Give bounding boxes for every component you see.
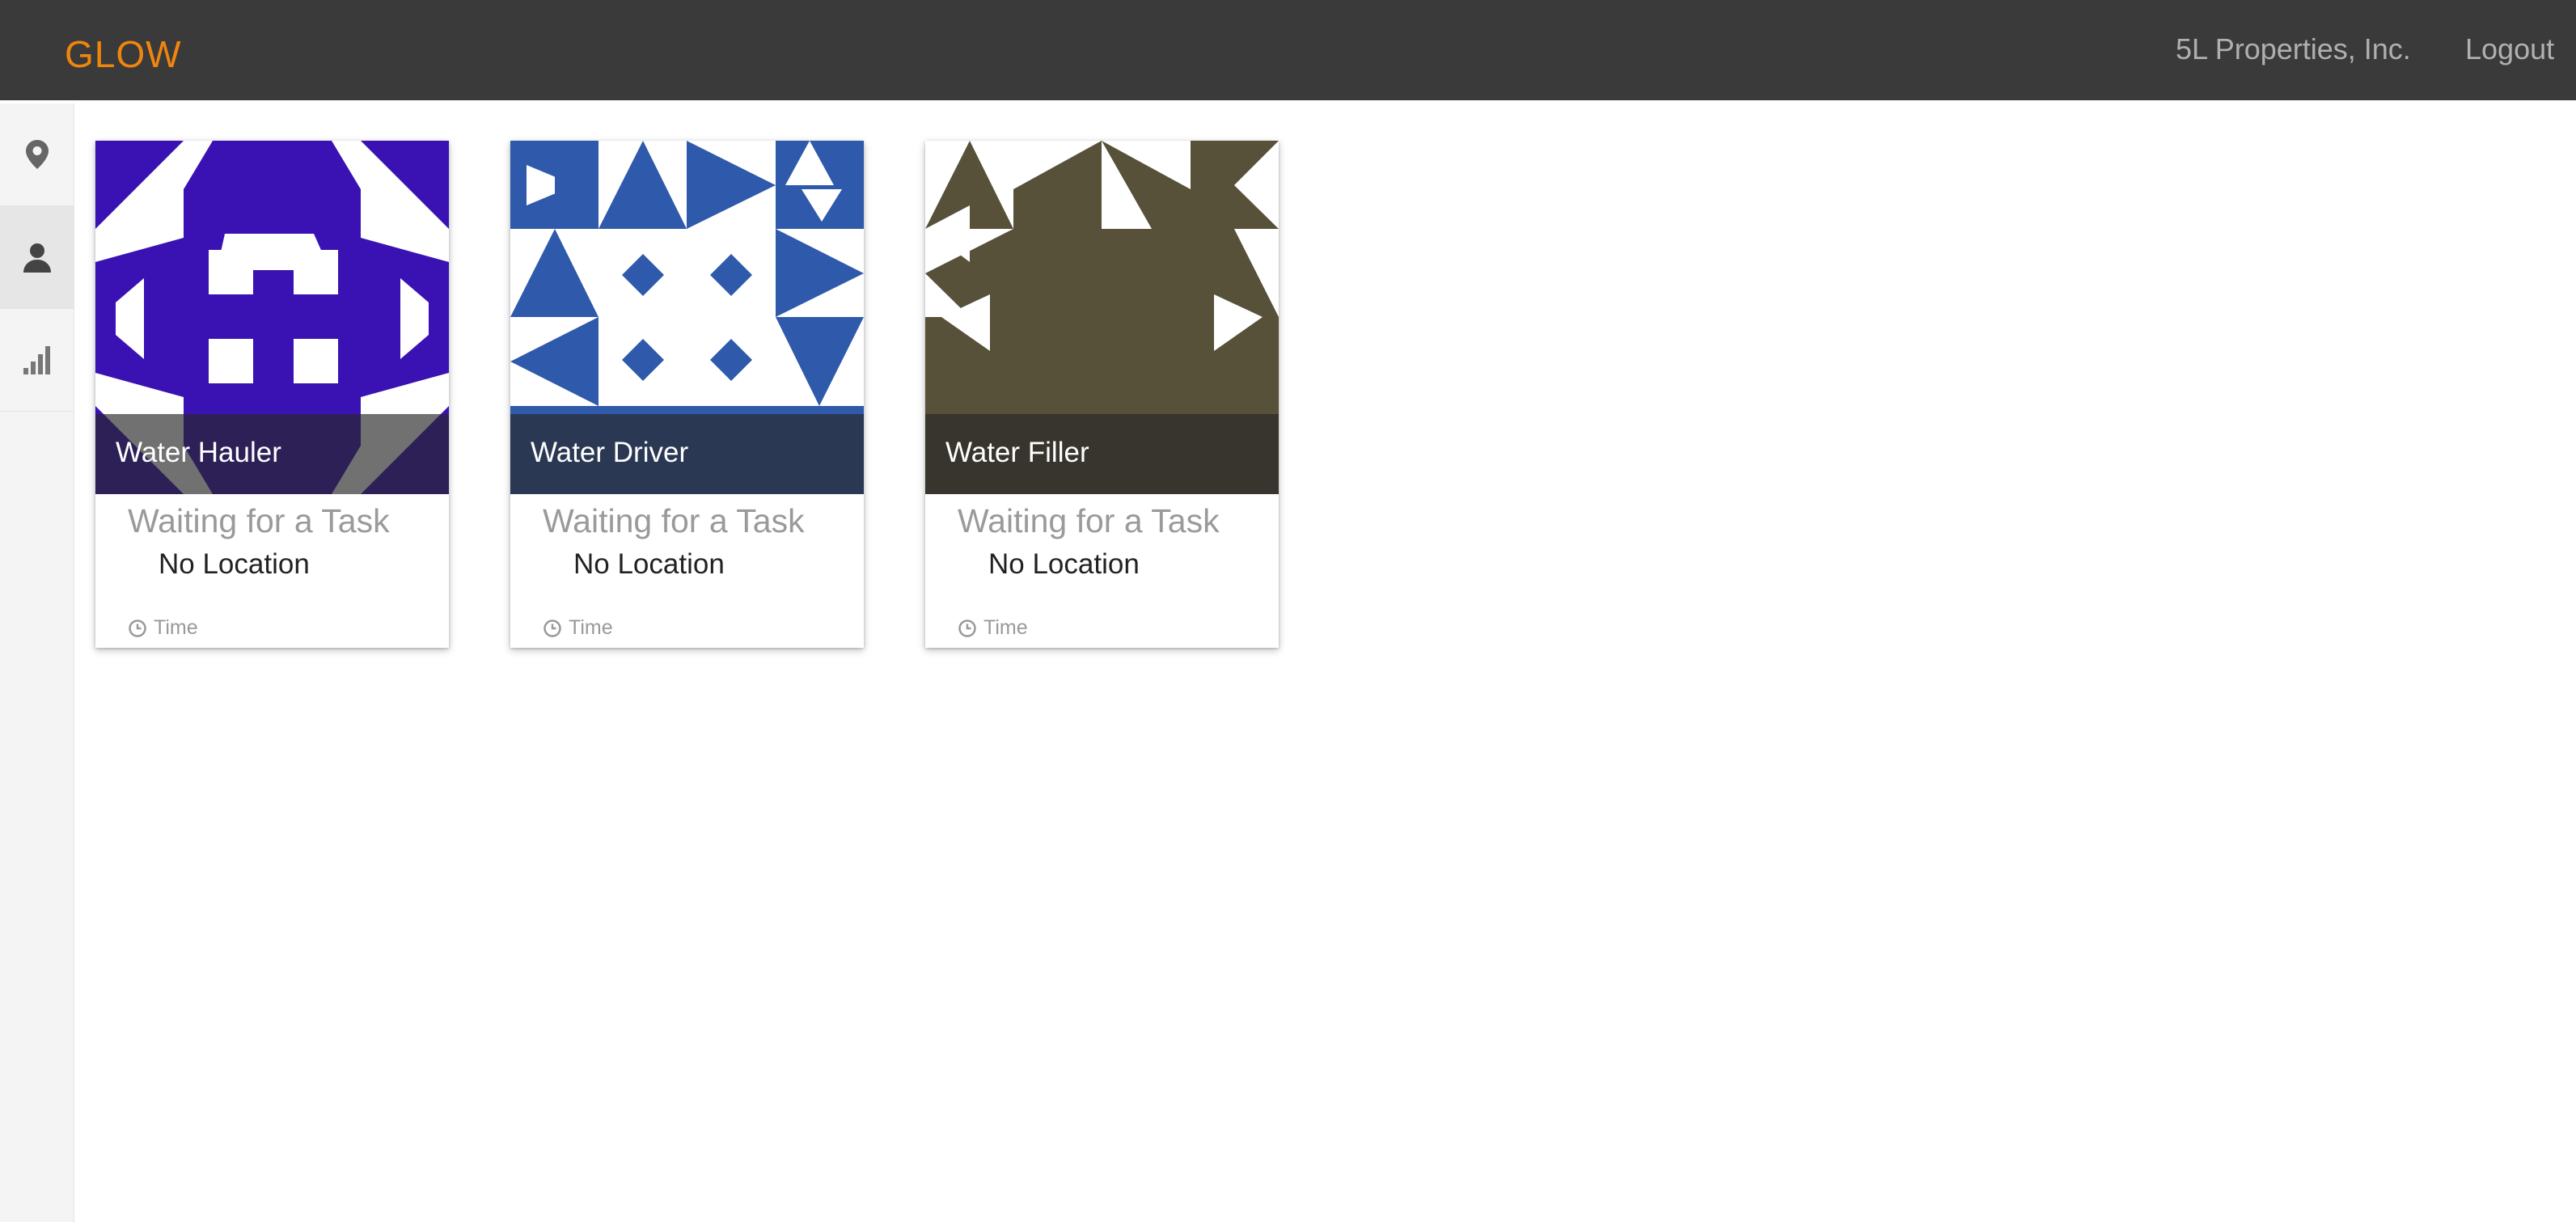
sidebar-item-users[interactable] [0, 206, 74, 309]
worker-location: No Location [988, 548, 1140, 580]
sidebar-item-reports[interactable] [0, 309, 74, 412]
company-name: 5L Properties, Inc. [2176, 32, 2411, 66]
worker-card[interactable]: Water Filler Waiting for a Task No Locat… [925, 141, 1279, 648]
logout-link[interactable]: Logout [2465, 32, 2554, 66]
card-name-bar: Water Filler [925, 414, 1279, 494]
signal-bars-icon [23, 346, 50, 374]
time-label: Time [154, 616, 198, 639]
time-label: Time [569, 616, 613, 639]
time-label: Time [983, 616, 1028, 639]
clock-icon [958, 619, 976, 637]
worker-name: Water Hauler [116, 437, 281, 468]
top-navbar: GLOW 5L Properties, Inc. Logout [0, 0, 2576, 100]
task-status: Waiting for a Task [128, 502, 390, 539]
worker-card[interactable]: Water Driver Waiting for a Task No Locat… [510, 141, 864, 648]
task-status: Waiting for a Task [958, 502, 1220, 539]
brand-logo[interactable]: GLOW [65, 32, 182, 76]
time-row: Time [128, 616, 198, 640]
card-name-bar: Water Hauler [95, 414, 449, 494]
clock-icon [544, 619, 561, 637]
map-pin-icon [25, 140, 49, 169]
worker-location: No Location [159, 548, 310, 580]
sidebar-item-locations[interactable] [0, 104, 74, 206]
time-row: Time [958, 616, 1028, 640]
user-icon [23, 243, 51, 273]
task-status: Waiting for a Task [543, 502, 805, 539]
worker-card[interactable]: Water Hauler Waiting for a Task No Locat… [95, 141, 449, 648]
clock-icon [129, 619, 146, 637]
worker-location: No Location [573, 548, 725, 580]
card-name-bar: Water Driver [510, 414, 864, 494]
worker-name: Water Driver [531, 437, 689, 468]
time-row: Time [543, 616, 613, 640]
sidebar [0, 104, 74, 1222]
worker-name: Water Filler [945, 437, 1089, 468]
